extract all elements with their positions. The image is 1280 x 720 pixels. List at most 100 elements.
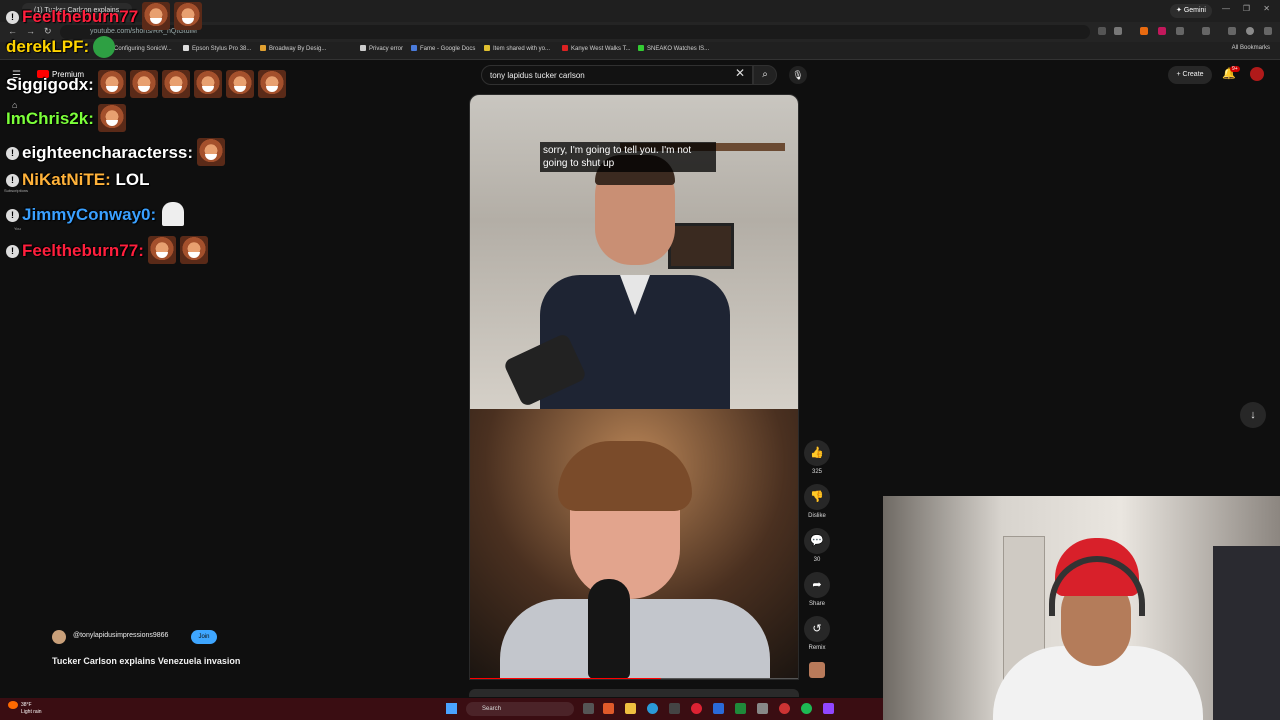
- task-view-icon[interactable]: [583, 703, 594, 714]
- emote-icon: [97, 104, 126, 132]
- weather-widget[interactable]: 38°F Light rain: [8, 701, 42, 715]
- remix-button[interactable]: ↺ Remix: [804, 616, 830, 651]
- file-explorer-icon[interactable]: [625, 703, 636, 714]
- channel-name[interactable]: @tonylapidusimpressions9866: [73, 632, 168, 639]
- url-bar[interactable]: youtube.com/shorts/RR_nQtGtdlM: [60, 25, 1090, 39]
- emote-icon: [97, 70, 126, 98]
- bookmarks-bar: Configuring SonicW... Epson Stylus Pro 3…: [0, 42, 1280, 60]
- remix-icon: ↺: [804, 616, 830, 642]
- channel-avatar[interactable]: [52, 630, 66, 644]
- remix-label: Remix: [808, 645, 826, 651]
- bookmark-label: Privacy error: [369, 46, 404, 52]
- gemini-label: Gemini: [1183, 7, 1206, 14]
- emote-icon: [197, 138, 226, 166]
- comments-button[interactable]: 💬 30: [804, 528, 830, 563]
- chat-message: ImChris2k:: [6, 104, 126, 134]
- clothing-rack: [1213, 546, 1280, 720]
- app-icon[interactable]: [757, 703, 768, 714]
- minimize-icon[interactable]: —: [1222, 4, 1230, 13]
- bookmark-item[interactable]: Fame - Google Docs: [411, 45, 475, 52]
- taskbar-search-placeholder: Search: [482, 706, 502, 712]
- join-button[interactable]: Join: [191, 630, 217, 644]
- sidebar-icon[interactable]: [1202, 27, 1210, 35]
- next-video-arrow-icon[interactable]: ↓: [1240, 402, 1266, 428]
- emote-icon: [225, 70, 254, 98]
- vscode-icon[interactable]: [713, 703, 724, 714]
- spotify-icon[interactable]: [801, 703, 812, 714]
- like-button[interactable]: 👍 325: [804, 440, 830, 475]
- chat-username: ImChris2k: [6, 109, 89, 128]
- close-window-icon[interactable]: ✕: [1263, 4, 1270, 13]
- emote-icon: [162, 202, 185, 226]
- shorts-video-player[interactable]: sorry, I'm going to tell you. I'm not go…: [469, 94, 799, 680]
- chat-username: NiKatNiTE: [22, 170, 106, 189]
- hair: [558, 441, 692, 511]
- chat-text: LOL: [115, 170, 150, 189]
- profile-icon[interactable]: [1246, 27, 1254, 35]
- gemini-button[interactable]: ✦ Gemini: [1170, 4, 1212, 18]
- chat-username: Feeltheburn77: [22, 241, 139, 260]
- search-button[interactable]: ⌕: [753, 65, 777, 85]
- install-icon[interactable]: [1098, 27, 1106, 35]
- excel-icon[interactable]: [735, 703, 746, 714]
- chat-badge-icon: !: [6, 147, 19, 160]
- notification-badge: 9+: [1230, 66, 1240, 72]
- emote-icon: [161, 70, 190, 98]
- chat-badge-icon: !: [6, 209, 19, 222]
- chat-badge-icon: !: [6, 174, 19, 187]
- bookmark-item[interactable]: Epson Stylus Pro 38...: [183, 45, 251, 52]
- windows-start-icon[interactable]: [446, 703, 457, 714]
- menu-dots-icon[interactable]: [1264, 27, 1272, 35]
- downloads-icon[interactable]: [1228, 27, 1236, 35]
- restore-icon[interactable]: ❐: [1243, 4, 1250, 13]
- video-progress-bar[interactable]: [470, 678, 798, 679]
- chat-message: ! JimmyConway0:: [6, 202, 185, 232]
- dislike-label: Dislike: [808, 513, 826, 519]
- bookmark-item[interactable]: Kanye West Walks T...: [562, 45, 631, 52]
- all-bookmarks[interactable]: All Bookmarks: [1232, 45, 1270, 51]
- bookmark-item[interactable]: Privacy error: [360, 45, 403, 52]
- sound-avatar[interactable]: [809, 662, 825, 678]
- weather-condition: Light rain: [21, 709, 42, 715]
- bookmark-item[interactable]: Broadway By Desig...: [260, 45, 326, 52]
- windows-taskbar: [0, 698, 883, 720]
- chat-message: ! Feeltheburn77:: [6, 236, 208, 266]
- like-count: 325: [811, 469, 822, 475]
- video-caption: sorry, I'm going to tell you. I'm not go…: [540, 142, 716, 172]
- video-top-frame: sorry, I'm going to tell you. I'm not go…: [470, 95, 798, 415]
- chat-username: Siggigodx: [6, 75, 89, 94]
- next-short-preview[interactable]: [469, 689, 799, 697]
- streamer-webcam: [883, 496, 1280, 720]
- create-label: Create: [1182, 71, 1204, 78]
- bookmark-label: Configuring SonicW...: [114, 46, 172, 52]
- dislike-button[interactable]: 👎 Dislike: [804, 484, 830, 519]
- thumbs-down-icon: 👎: [804, 484, 830, 510]
- emote-icon: [193, 70, 222, 98]
- twitch-icon[interactable]: [823, 703, 834, 714]
- thumbs-up-icon: 👍: [804, 440, 830, 466]
- app-icon[interactable]: [779, 703, 790, 714]
- voice-search-icon[interactable]: 🎙: [789, 66, 807, 84]
- chat-message: Siggigodx:: [6, 70, 286, 100]
- clear-search-icon[interactable]: ✕: [735, 66, 745, 80]
- emote-icon: [174, 2, 203, 30]
- bookmark-item[interactable]: SNEAKO Watches IS...: [638, 45, 709, 52]
- share-button[interactable]: ➦ Share: [804, 572, 830, 607]
- bookmark-item[interactable]: Item shared with yo...: [484, 45, 550, 52]
- extension-icon[interactable]: [1140, 27, 1148, 35]
- extension-icon[interactable]: [1158, 27, 1166, 35]
- edge-icon[interactable]: [647, 703, 658, 714]
- account-avatar[interactable]: [1250, 67, 1264, 81]
- search-input[interactable]: tony lapidus tucker carlson: [481, 65, 753, 85]
- chat-username: Feeltheburn77: [22, 7, 139, 26]
- bookmark-star-icon[interactable]: [1114, 27, 1122, 35]
- app-icon[interactable]: [603, 703, 614, 714]
- weather-icon: [8, 701, 18, 709]
- taskbar-search-input[interactable]: Search: [466, 702, 574, 716]
- chrome-icon[interactable]: [691, 703, 702, 714]
- create-button[interactable]: + Create: [1168, 66, 1212, 84]
- bookmark-label: Item shared with yo...: [493, 46, 551, 52]
- emote-icon: [147, 236, 176, 264]
- extension-icon[interactable]: [1176, 27, 1184, 35]
- app-icon[interactable]: [669, 703, 680, 714]
